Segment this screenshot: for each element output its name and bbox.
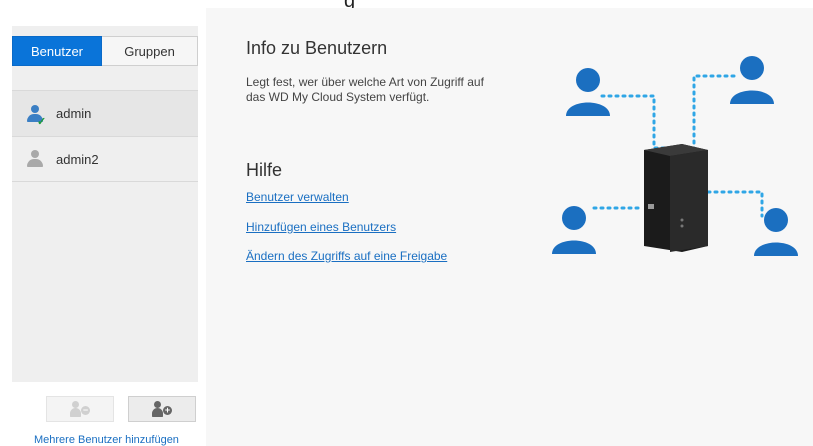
info-title: Info zu Benutzern bbox=[246, 38, 388, 58]
help-title: Hilfe bbox=[246, 160, 283, 180]
add-user-icon: + bbox=[152, 400, 172, 418]
person-icon-top-left bbox=[566, 68, 610, 116]
users-nas-illustration bbox=[552, 56, 798, 256]
add-multiple-users-link[interactable]: Mehrere Benutzer hinzufügen bbox=[34, 434, 179, 446]
person-icon-top-right bbox=[730, 56, 774, 104]
remove-user-icon: − bbox=[70, 400, 90, 418]
help-link-change-share-access[interactable]: Ändern des Zugriffs auf eine Freigabe bbox=[246, 249, 447, 263]
user-admin-icon: ✓ bbox=[26, 104, 46, 128]
nas-device-icon bbox=[644, 144, 708, 252]
user-row-admin[interactable]: ✓ admin bbox=[12, 90, 198, 136]
help-link-manage-users[interactable]: Benutzer verwalten bbox=[246, 190, 349, 204]
remove-user-button[interactable]: − bbox=[46, 396, 114, 422]
user-row-admin2[interactable]: admin2 bbox=[12, 136, 198, 182]
info-description: Legt fest, wer über welche Art von Zugri… bbox=[246, 75, 484, 104]
help-link-add-user[interactable]: Hinzufügen eines Benutzers bbox=[246, 220, 396, 234]
user-group-tabs: Benutzer Gruppen bbox=[12, 36, 198, 68]
user-name: admin bbox=[56, 106, 92, 121]
user-icon bbox=[26, 150, 44, 168]
person-icon-bottom-left bbox=[552, 206, 596, 254]
tab-gruppen[interactable]: Gruppen bbox=[102, 36, 198, 66]
user-name: admin2 bbox=[56, 151, 99, 167]
tab-benutzer[interactable]: Benutzer bbox=[12, 36, 102, 66]
user-list: ✓ admin admin2 bbox=[12, 90, 198, 182]
add-user-button[interactable]: + bbox=[128, 396, 196, 422]
top-edge: g bbox=[0, 0, 813, 12]
